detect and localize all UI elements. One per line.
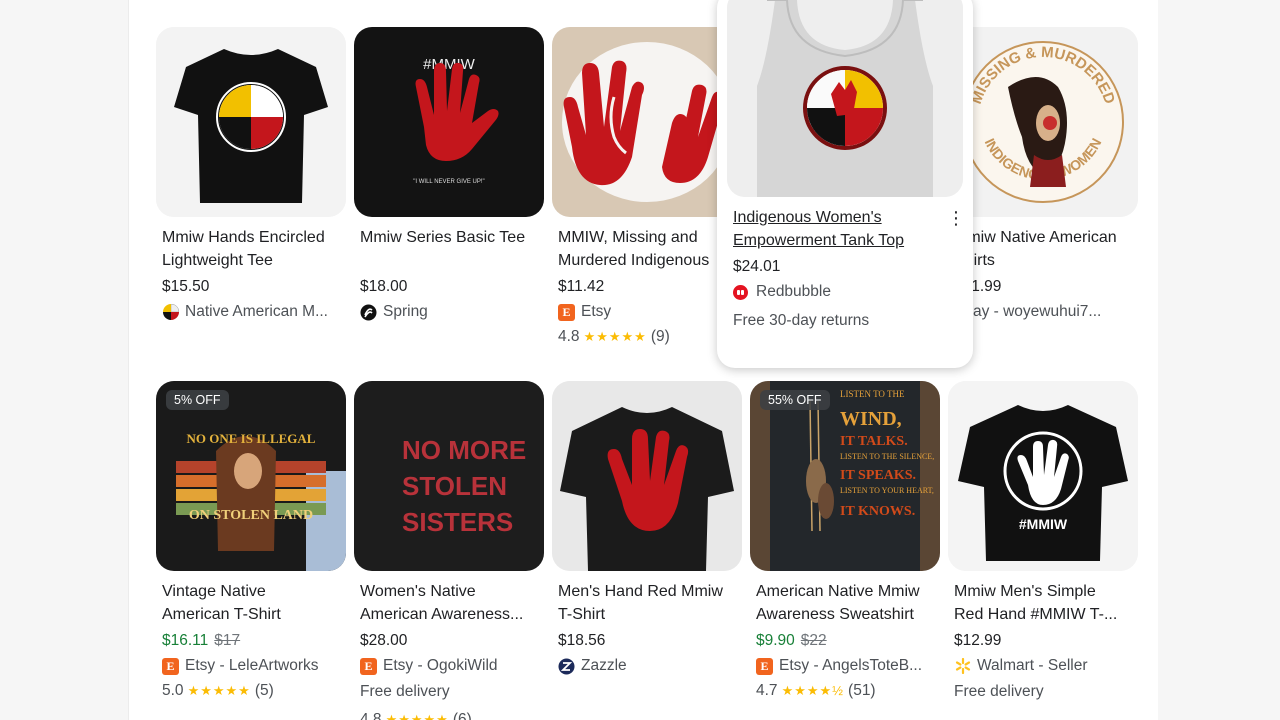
product-image[interactable]: #MMIW "I WILL NEVER GIVE UP!" — [354, 27, 544, 217]
product-price: $16.11 $17 — [162, 632, 241, 649]
product-title[interactable]: Men's Hand Red Mmiw T-Shirt — [552, 580, 742, 626]
zazzle-icon — [558, 658, 575, 675]
product-price: $9.90 $22 — [756, 632, 827, 649]
seller: Native American M... — [156, 301, 346, 323]
seller: Walmart - Seller — [948, 655, 1138, 677]
product-title[interactable]: Mmiw Series Basic Tee — [354, 226, 544, 272]
more-vert-icon[interactable]: ⋮ — [947, 208, 965, 229]
spring-logo-icon — [360, 304, 377, 321]
shopping-results-grid: Mmiw Hands Encircled Lightweight Tee $15.… — [128, 0, 1158, 720]
product-card[interactable]: NO ONE IS ILLEGAL ON STOLEN LAND 5% OFF … — [156, 381, 346, 702]
product-price: $18.56 — [558, 632, 606, 649]
product-title[interactable]: American Native Mmiw Awareness Sweatshirt — [750, 580, 940, 626]
medicine-wheel-icon — [162, 304, 179, 321]
image-text: LISTEN TO THE — [840, 389, 905, 399]
returns-info: Free 30-day returns — [733, 312, 870, 329]
rating: 4.7 ★★★★½ (51) — [756, 682, 876, 699]
image-text: ON STOLEN LAND — [189, 508, 313, 523]
walmart-spark-icon — [954, 658, 971, 675]
rating: 4.8 ★★★★★ (9) — [558, 328, 670, 345]
product-card[interactable]: #MMIW "I WILL NEVER GIVE UP!" Mmiw Serie… — [354, 27, 544, 323]
product-price: $11.42 — [558, 278, 605, 295]
seller: eBay - woyewuhui7... — [954, 303, 1102, 320]
product-image[interactable]: MISSING & MURDERED INDIGENOUS WOMEN — [948, 27, 1138, 217]
hover-product-card[interactable]: Indigenous Women's Empowerment Tank Top ⋮… — [717, 0, 973, 368]
etsy-icon: E — [360, 657, 377, 675]
rating: 4.8 ★★★★★ (6) — [354, 709, 544, 720]
seller: Zazzle — [552, 655, 742, 677]
image-text: NO ONE IS ILLEGAL — [187, 431, 316, 446]
product-image[interactable] — [552, 381, 742, 571]
product-image[interactable]: NO MORE STOLEN SISTERS — [354, 381, 544, 571]
product-image[interactable]: #MMIW — [948, 381, 1138, 571]
stars-icon: ★★★★★ — [187, 683, 251, 698]
etsy-icon: E — [162, 657, 179, 675]
delivery-info: Free delivery — [954, 683, 1044, 700]
image-text: LISTEN TO THE SILENCE, — [840, 452, 934, 461]
product-image[interactable] — [156, 27, 346, 217]
product-price: $18.00 — [360, 278, 408, 295]
redbubble-icon — [733, 284, 748, 300]
seller: E Etsy - AngelsToteB... — [750, 655, 940, 677]
product-title[interactable]: Mmiw Hands Encircled Lightweight Tee — [156, 226, 346, 272]
image-text: STOLEN — [402, 471, 507, 501]
image-text: "I WILL NEVER GIVE UP!" — [413, 179, 484, 185]
product-title[interactable]: Mmiw Men's Simple Red Hand #MMIW T-... — [948, 580, 1138, 626]
rating: 5.0 ★★★★★ (5) — [162, 682, 274, 699]
product-card[interactable]: NO MORE STOLEN SISTERS Women's Native Ame… — [354, 381, 544, 720]
product-title-link[interactable]: Indigenous Women's Empowerment Tank Top — [733, 206, 943, 252]
image-text: IT TALKS. — [840, 434, 908, 449]
product-price: $15.50 — [162, 278, 210, 295]
product-image[interactable]: LISTEN TO THE WIND, IT TALKS. LISTEN TO … — [750, 381, 940, 571]
discount-badge: 55% OFF — [760, 390, 830, 410]
image-text: IT SPEAKS. — [840, 468, 916, 483]
seller: E Etsy - LeleArtworks — [156, 655, 346, 677]
product-card[interactable]: #MMIW Mmiw Men's Simple Red Hand #MMIW T-… — [948, 381, 1138, 703]
seller: Redbubble — [733, 283, 831, 301]
product-title[interactable]: MMIW, Missing and Murdered Indigenous — [552, 226, 742, 272]
product-price: $24.01 — [733, 258, 781, 275]
product-card[interactable]: LISTEN TO THE WIND, IT TALKS. LISTEN TO … — [750, 381, 940, 702]
seller: Spring — [354, 301, 544, 323]
image-text: LISTEN TO YOUR HEART, — [840, 486, 934, 495]
etsy-icon: E — [756, 657, 773, 675]
stars-icon: ★★★★★ — [583, 329, 647, 344]
seller: E Etsy - OgokiWild — [354, 655, 544, 677]
image-text: #MMIW — [1019, 516, 1068, 532]
etsy-icon: E — [558, 303, 575, 321]
product-card[interactable]: MMIW, Missing and Murdered Indigenous $11… — [552, 27, 742, 348]
image-text: SISTERS — [402, 507, 513, 537]
image-text: IT KNOWS. — [840, 504, 915, 519]
product-image[interactable] — [552, 27, 742, 217]
product-price: $21.99 — [954, 278, 1002, 295]
product-card[interactable]: Mmiw Hands Encircled Lightweight Tee $15.… — [156, 27, 346, 323]
product-price: $28.00 — [360, 632, 408, 649]
image-text: #MMIW — [423, 56, 476, 73]
product-image[interactable] — [727, 0, 963, 197]
product-image[interactable]: NO ONE IS ILLEGAL ON STOLEN LAND 5% OFF — [156, 381, 346, 571]
discount-badge: 5% OFF — [166, 390, 229, 410]
seller: E Etsy — [552, 301, 742, 323]
delivery-info: Free delivery — [360, 683, 450, 700]
stars-icon: ★★★★★ — [385, 712, 449, 720]
product-card[interactable]: MISSING & MURDERED INDIGENOUS WOMEN Mmiw… — [948, 27, 1138, 323]
product-title[interactable]: Vintage Native American T-Shirt — [156, 580, 346, 626]
image-text: WIND, — [840, 408, 902, 430]
product-card[interactable]: Men's Hand Red Mmiw T-Shirt $18.56 Zazzle — [552, 381, 742, 677]
product-title[interactable]: Mmiw Native American Shirts — [948, 226, 1138, 272]
image-text: NO MORE — [402, 435, 526, 465]
product-price: $12.99 — [954, 632, 1002, 649]
product-title[interactable]: Women's Native American Awareness... — [354, 580, 544, 626]
stars-icon: ★★★★½ — [781, 683, 845, 698]
